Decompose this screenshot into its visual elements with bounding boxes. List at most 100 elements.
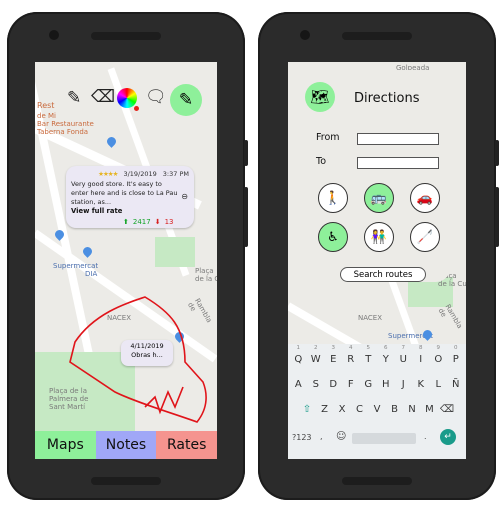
key-o[interactable]: O — [430, 354, 448, 365]
key-u[interactable]: U — [395, 354, 413, 365]
backspace-key[interactable]: ⌫ — [438, 404, 456, 415]
edit-button[interactable]: ✎ — [170, 84, 202, 116]
view-full-rate-link[interactable]: View full rate — [71, 207, 189, 215]
note-time: 3:37 PM — [162, 170, 189, 178]
key-e[interactable]: E — [325, 354, 343, 365]
key-f[interactable]: F — [342, 379, 360, 390]
tab-notes[interactable]: Notes — [95, 431, 157, 459]
elderly-icon: 👫 — [370, 229, 388, 245]
keyboard-row-2: A S D F G H J K L Ñ — [288, 379, 466, 390]
eraser-icon[interactable]: ⌫ — [91, 87, 115, 107]
upvote-icon[interactable]: ⬆ — [123, 218, 129, 226]
map-directions-icon: 🗺 — [305, 82, 335, 112]
downvote-icon[interactable]: ⬇ — [155, 218, 161, 226]
bottom-speaker — [342, 477, 412, 485]
directions-screen[interactable]: Golpeada NACEX Supermercat Plaça de la C… — [288, 62, 466, 459]
map-screen[interactable]: Rest de Mi Bar Restaurante Taberna Fonda… — [35, 62, 217, 459]
key-z[interactable]: Z — [316, 404, 334, 415]
bus-mode-button[interactable]: 🚌 — [364, 183, 394, 213]
search-routes-button[interactable]: Search routes — [340, 267, 426, 282]
keyboard-row-1: Q W E R T Y U I O P — [288, 354, 466, 365]
key-v[interactable]: V — [368, 404, 386, 415]
wheelchair-icon: ♿ — [327, 229, 339, 245]
tab-rates[interactable]: Rates — [156, 431, 217, 459]
key-enye[interactable]: Ñ — [447, 379, 465, 390]
key-a[interactable]: A — [290, 379, 308, 390]
map-label: NACEX — [358, 314, 383, 322]
key-d[interactable]: D — [325, 379, 343, 390]
volume-button — [244, 187, 248, 247]
note-text: Very good store. It's easy to enter here… — [71, 180, 178, 206]
key-w[interactable]: W — [307, 354, 325, 365]
key-c[interactable]: C — [351, 404, 369, 415]
key-hint: 0 — [454, 345, 458, 351]
emoji-icon[interactable]: ☺ — [336, 431, 346, 442]
to-input[interactable] — [357, 157, 439, 169]
key-h[interactable]: H — [377, 379, 395, 390]
key-q[interactable]: Q — [290, 354, 308, 365]
collapse-icon[interactable]: ⊖ — [181, 192, 188, 201]
note-date: 3/19/2019 — [123, 170, 157, 178]
bus-icon: 🚌 — [370, 190, 388, 206]
key-hint: 4 — [349, 345, 353, 351]
vote-counts: ⬆ 2417 ⬇ 13 — [123, 218, 174, 226]
mini-note-card[interactable]: 4/11/2019 Obras h... — [121, 340, 173, 366]
key-k[interactable]: K — [412, 379, 430, 390]
directions-panel: 🗺 Directions From To 🚶 🚌 🚗 ♿ 👫 🦯 Search … — [290, 70, 450, 282]
to-label: To — [316, 156, 327, 167]
key-i[interactable]: I — [412, 354, 430, 365]
mini-note-text: Obras h... — [131, 351, 163, 359]
key-l[interactable]: L — [430, 379, 448, 390]
car-icon: 🚗 — [416, 190, 434, 206]
pencil-icon[interactable]: ✎ — [67, 88, 81, 108]
space-bar[interactable] — [352, 433, 416, 444]
on-screen-keyboard: Q W E R T Y U I O P 1 2 3 4 5 6 7 8 9 0 … — [288, 344, 466, 459]
key-s[interactable]: S — [307, 379, 325, 390]
key-hint: 8 — [419, 345, 423, 351]
wheelchair-mode-button[interactable]: ♿ — [318, 222, 348, 252]
front-camera — [49, 30, 59, 40]
bottom-tab-bar: Maps Notes Rates — [35, 431, 217, 459]
key-t[interactable]: T — [360, 354, 378, 365]
keyboard-number-hints: 1 2 3 4 5 6 7 8 9 0 — [288, 345, 466, 351]
key-b[interactable]: B — [386, 404, 404, 415]
freehand-drawing — [69, 296, 207, 423]
downvote-count: 13 — [164, 218, 174, 226]
blind-mode-button[interactable]: 🦯 — [410, 222, 440, 252]
key-hint: 7 — [401, 345, 406, 351]
walk-mode-button[interactable]: 🚶 — [318, 183, 348, 213]
key-p[interactable]: P — [447, 354, 465, 365]
front-camera — [300, 30, 310, 40]
car-mode-button[interactable]: 🚗 — [410, 183, 440, 213]
key-y[interactable]: Y — [377, 354, 395, 365]
rating-stars: ★★★★ — [98, 170, 118, 178]
comma-key[interactable]: , — [320, 432, 323, 441]
shift-key[interactable]: ⇧ — [298, 404, 316, 415]
volume-button — [495, 187, 499, 247]
key-j[interactable]: J — [395, 379, 413, 390]
comment-icon[interactable]: 🗨 — [145, 87, 167, 107]
key-x[interactable]: X — [333, 404, 351, 415]
directions-title: Directions — [354, 91, 420, 106]
period-key[interactable]: . — [424, 432, 427, 441]
note-header: ★★★★ 3/19/2019 3:37 PM — [71, 170, 189, 178]
key-n[interactable]: N — [403, 404, 421, 415]
bottom-speaker — [91, 477, 161, 485]
from-label: From — [316, 132, 340, 143]
walk-icon: 🚶 — [324, 190, 342, 206]
key-g[interactable]: G — [360, 379, 378, 390]
key-r[interactable]: R — [342, 354, 360, 365]
key-hint: 1 — [296, 345, 301, 351]
top-speaker — [91, 32, 161, 40]
keyboard-row-3: ⇧ Z X C V B N M ⌫ — [288, 404, 466, 415]
color-wheel-icon[interactable] — [117, 88, 137, 108]
upvote-count: 2417 — [132, 218, 151, 226]
enter-key[interactable]: ↵ — [440, 429, 456, 445]
symbols-key[interactable]: ?123 — [292, 433, 312, 442]
key-m[interactable]: M — [421, 404, 439, 415]
key-hint: 6 — [384, 345, 388, 351]
elderly-mode-button[interactable]: 👫 — [364, 222, 394, 252]
key-hint: 2 — [314, 345, 318, 351]
from-input[interactable] — [357, 133, 439, 145]
tab-maps[interactable]: Maps — [35, 431, 96, 459]
